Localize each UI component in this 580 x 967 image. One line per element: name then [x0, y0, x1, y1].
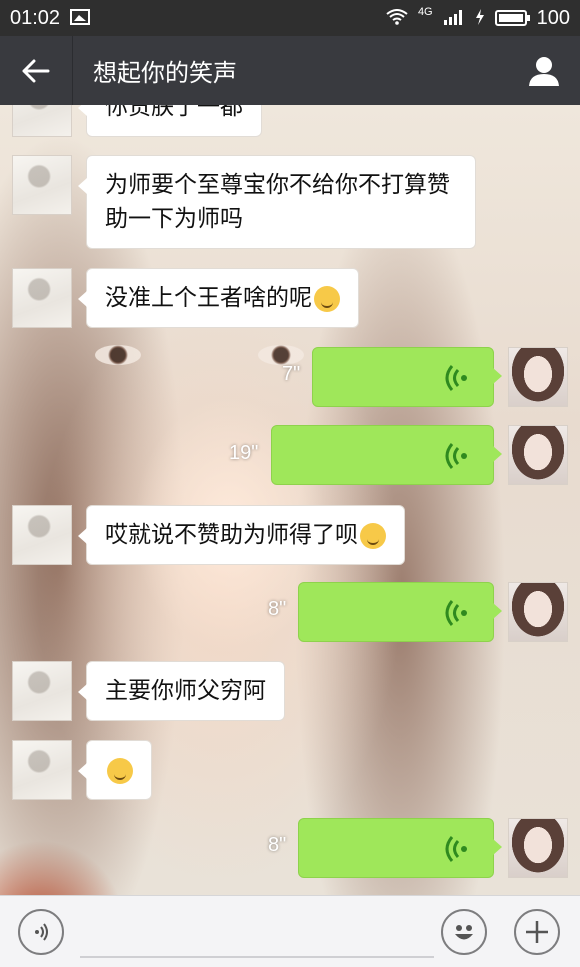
plus-icon [526, 921, 548, 943]
charging-icon [475, 8, 485, 28]
voice-icon [445, 600, 467, 626]
message-text: 你贯朕了一都 [105, 105, 243, 120]
message-bubble[interactable]: 主要你师父穷阿 [78, 661, 285, 721]
voice-input-button[interactable] [18, 909, 64, 955]
my-avatar[interactable] [508, 818, 568, 878]
message-bubble[interactable] [78, 740, 152, 800]
message-row: 哎就说不赞助为师得了呗 [12, 505, 405, 565]
message-row [312, 347, 568, 407]
voice-duration: 8" [268, 598, 287, 620]
my-avatar[interactable] [508, 347, 568, 407]
message-text: 主要你师父穷阿 [105, 678, 266, 704]
wifi-icon [386, 8, 408, 28]
voice-duration: 8" [268, 834, 287, 856]
person-icon [529, 56, 559, 86]
message-bubble[interactable]: 为师要个至尊宝你不给你不打算赞助一下为师吗 [78, 155, 476, 249]
contact-avatar[interactable] [12, 661, 72, 721]
background-decoration [95, 345, 141, 365]
back-arrow-icon [22, 59, 50, 82]
crying-laugh-emoji-icon [360, 522, 386, 549]
message-text: 没准上个王者啥的呢 [105, 285, 312, 311]
smiley-icon [455, 925, 473, 940]
message-bubble[interactable]: 你贯朕了一都 [78, 105, 262, 137]
network-type: 4G [417, 6, 433, 18]
profile-button[interactable] [508, 36, 580, 105]
contact-avatar[interactable] [12, 105, 72, 137]
contact-avatar[interactable] [12, 740, 72, 800]
contact-avatar[interactable] [12, 268, 72, 328]
message-input[interactable] [80, 910, 434, 958]
my-avatar[interactable] [508, 582, 568, 642]
background-decoration [258, 345, 304, 365]
voice-message-bubble[interactable] [271, 425, 502, 485]
thinking-emoji-icon [314, 285, 340, 312]
voice-duration: 7" [282, 363, 301, 385]
chat-title: 想起你的笑声 [93, 59, 237, 87]
battery-level: 100 [536, 6, 570, 29]
message-bubble[interactable]: 哎就说不赞助为师得了呗 [78, 505, 405, 565]
input-bar [0, 895, 580, 967]
battery-icon [494, 10, 530, 26]
voice-icon [445, 365, 467, 391]
voice-icon [445, 443, 467, 469]
contact-avatar[interactable] [12, 505, 72, 565]
voice-duration: 19" [229, 442, 259, 464]
voice-message-bubble[interactable] [298, 818, 502, 878]
message-row [298, 582, 568, 642]
message-row: 主要你师父穷阿 [12, 661, 285, 721]
message-row [298, 818, 568, 878]
message-text: 哎就说不赞助为师得了呗 [105, 522, 358, 548]
message-row [271, 425, 568, 485]
message-bubble[interactable]: 没准上个王者啥的呢 [78, 268, 359, 328]
more-button[interactable] [514, 909, 560, 955]
voice-message-bubble[interactable] [312, 347, 502, 407]
voice-icon [445, 836, 467, 862]
my-avatar[interactable] [508, 425, 568, 485]
message-text: 为师要个至尊宝你不给你不打算赞助一下为师吗 [105, 172, 450, 232]
emoji-button[interactable] [441, 909, 487, 955]
signal-icon [443, 9, 465, 28]
contact-avatar[interactable] [12, 155, 72, 215]
message-row: 你贯朕了一都 [12, 105, 262, 137]
message-row: 没准上个王者啥的呢 [12, 268, 359, 328]
status-bar: 01:02 4G 100 [0, 0, 580, 36]
message-row: 为师要个至尊宝你不给你不打算赞助一下为师吗 [12, 155, 476, 249]
crying-emoji-icon [107, 757, 133, 784]
notification-icon [70, 8, 91, 28]
back-button[interactable] [0, 36, 73, 105]
chat-area[interactable]: 你贯朕了一都 为师要个至尊宝你不给你不打算赞助一下为师吗 没准上个王者啥的呢 7… [0, 105, 580, 895]
title-bar: 想起你的笑声 [0, 36, 580, 105]
voice-icon [35, 923, 48, 941]
status-time: 01:02 [10, 6, 61, 29]
voice-message-bubble[interactable] [298, 582, 502, 642]
message-row [12, 740, 152, 800]
